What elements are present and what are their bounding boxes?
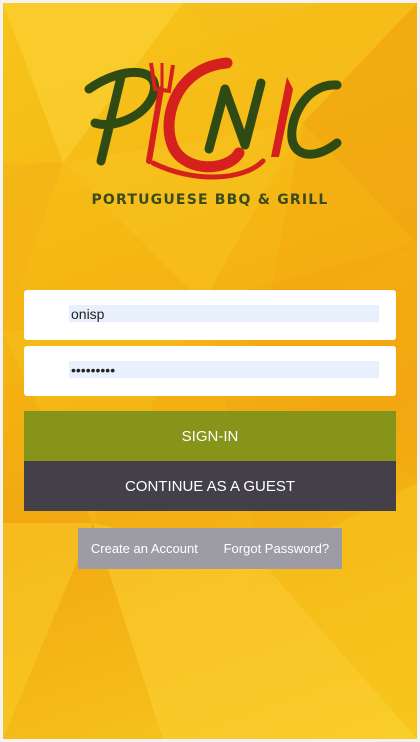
username-field[interactable]	[24, 290, 396, 340]
password-field[interactable]	[24, 346, 396, 396]
sign-in-button[interactable]: SIGN-IN	[24, 411, 396, 461]
forgot-password-link[interactable]: Forgot Password?	[224, 541, 330, 556]
brand-tagline: PORTUGUESE BBQ & GRILL	[91, 192, 329, 208]
login-screen: PORTUGUESE BBQ & GRILL SIGN-IN CONTINUE …	[3, 3, 417, 739]
password-input[interactable]	[69, 361, 379, 378]
create-account-link[interactable]: Create an Account	[91, 541, 198, 556]
continue-as-guest-button[interactable]: CONTINUE AS A GUEST	[24, 461, 396, 511]
account-links-bar: Create an Account Forgot Password?	[78, 528, 342, 569]
username-input[interactable]	[69, 305, 379, 322]
